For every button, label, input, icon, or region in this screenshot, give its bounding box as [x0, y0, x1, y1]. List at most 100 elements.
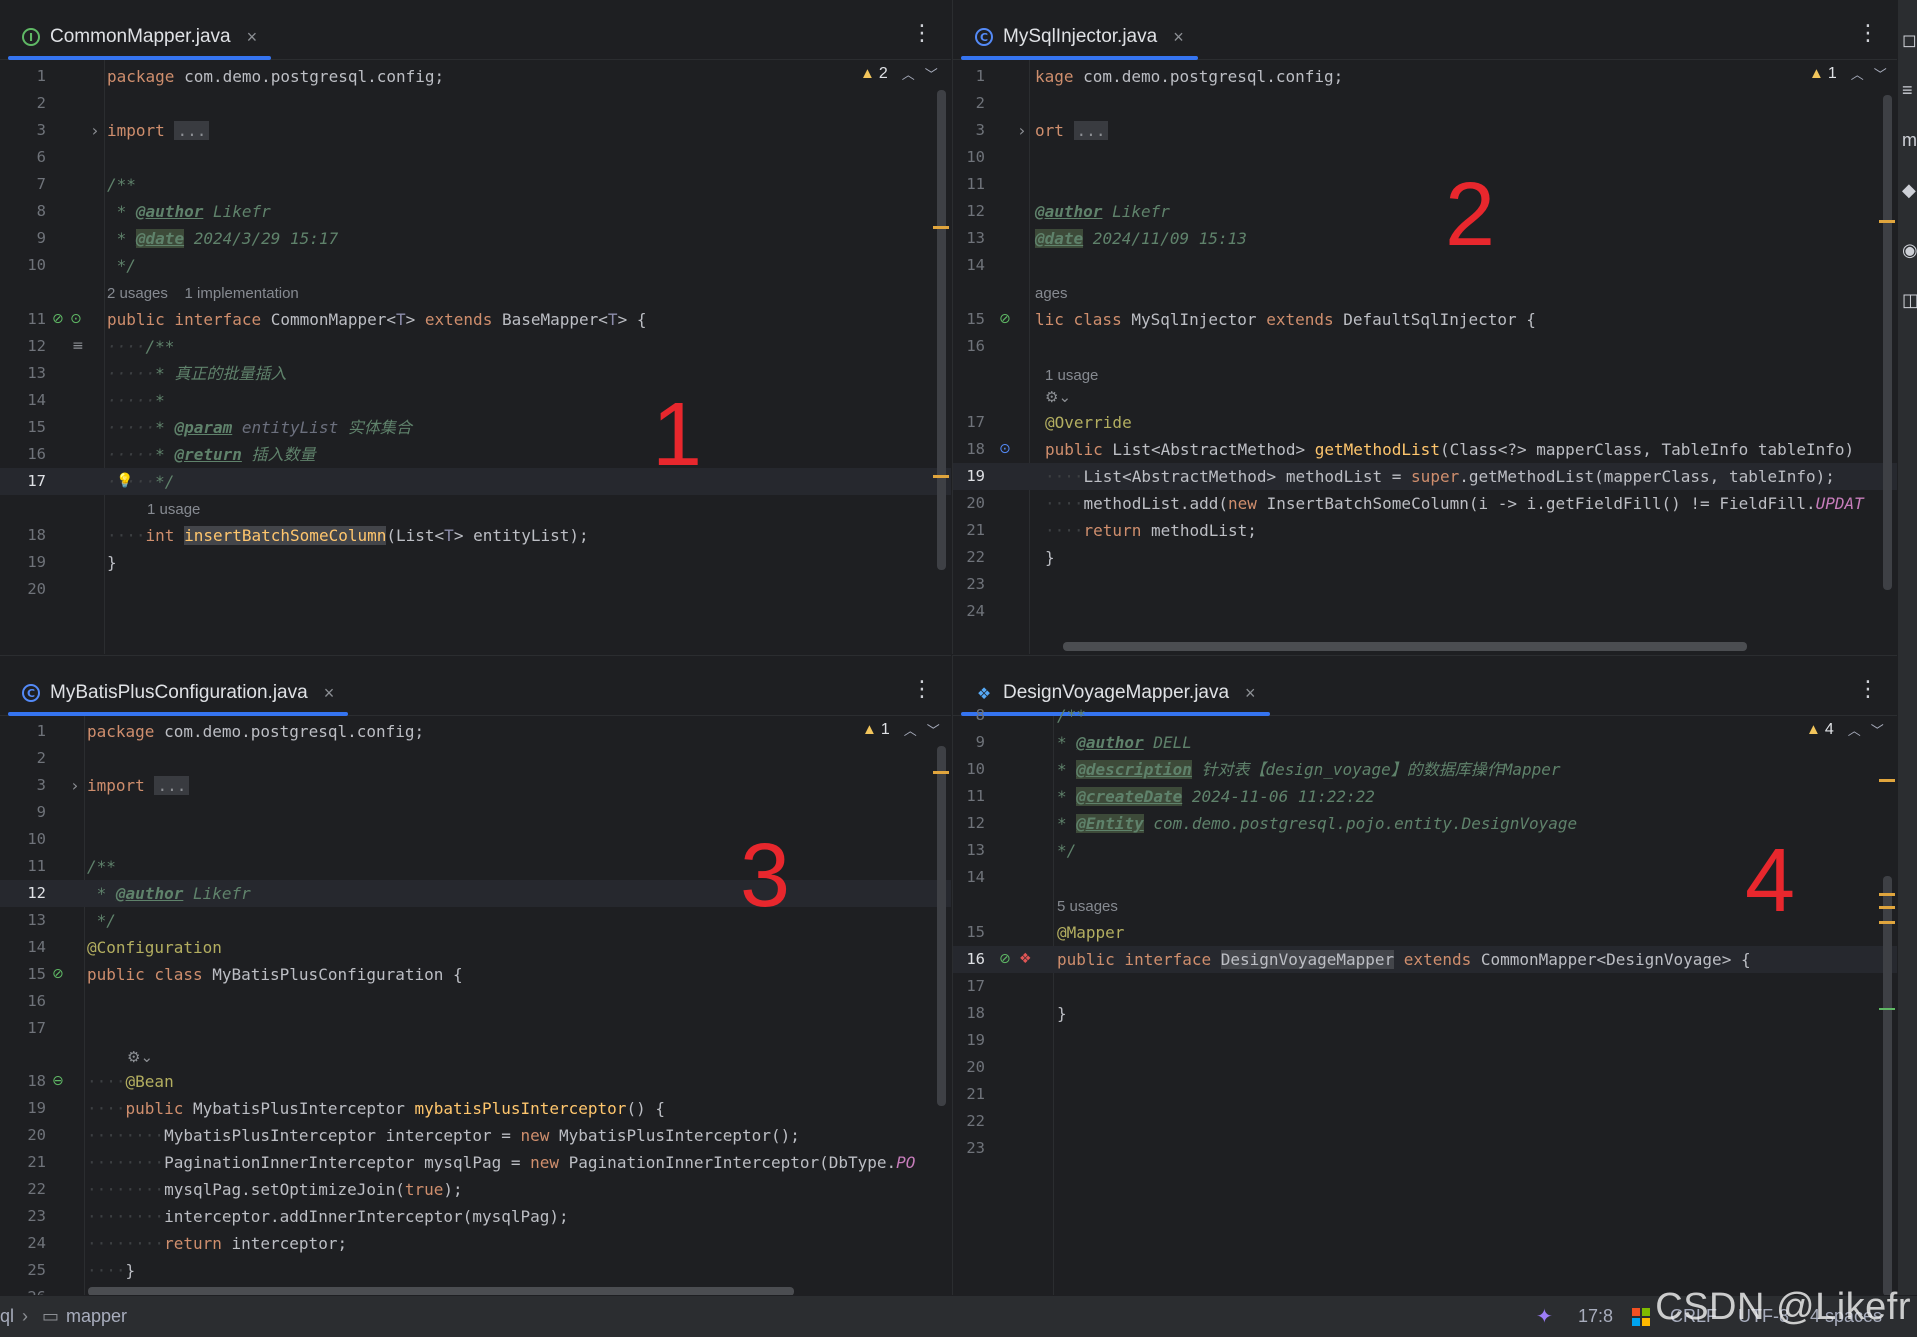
code-line: 15 ⊘ public class MyBatisPlusConfiguration… [0, 961, 951, 988]
code-line-current: 17 💡 ·····*/ [0, 468, 951, 495]
tab-common-mapper[interactable]: I CommonMapper.java × [8, 14, 272, 60]
chevron-right-icon: › [90, 121, 100, 140]
vertical-scrollbar[interactable] [1883, 876, 1892, 1295]
tab-mybatis-config[interactable]: C MyBatisPlusConfiguration.java × [8, 670, 349, 716]
warning-marker[interactable] [933, 771, 949, 774]
usages-hint[interactable]: ages [1035, 282, 1068, 306]
code-line: 15 ·····* @param entityList 实体集合 [27, 418, 412, 437]
code-line: 18 ⊖ ····@Bean [0, 1068, 951, 1095]
mybatis-icon: ❖ [976, 683, 992, 703]
code-line: 12 @author Likefr [966, 202, 1170, 221]
warning-marker[interactable] [1879, 779, 1895, 782]
code-line-current: 16 ⊘ ❖ public interface DesignVoyageMapper … [953, 946, 1897, 973]
code-line: 16 [27, 992, 46, 1010]
tab-mysql-injector[interactable]: C MySqlInjector.java × [961, 14, 1198, 60]
gradle-icon[interactable]: ◆ [1902, 180, 1916, 201]
breadcrumb-project[interactable]: ql [0, 1306, 14, 1327]
horizontal-scrollbar[interactable] [88, 1287, 794, 1295]
tab-title: DesignVoyageMapper.java [1003, 682, 1230, 703]
change-marker[interactable] [1879, 1008, 1895, 1010]
ai-actions-icon[interactable]: ⚙⌄ [127, 1046, 153, 1070]
code-editor[interactable]: ▲ 1 ︿ ﹀ 1 package com.demo.postgresql.con… [0, 716, 951, 1295]
usages-hint[interactable]: 5 usages [1057, 895, 1118, 919]
warning-marker[interactable] [1879, 893, 1895, 896]
code-line: 9 * @author DELL [975, 733, 1192, 752]
caret-position[interactable]: 17:8 [1578, 1306, 1613, 1327]
code-line: 3 › import ... [0, 772, 951, 799]
class-icon: C [22, 684, 40, 702]
more-vertical-icon[interactable]: ⋮ [911, 22, 933, 44]
breadcrumb-folder[interactable]: mapper [66, 1306, 127, 1327]
chevron-right-icon: › [1017, 121, 1027, 140]
implemented-icon: ⊘ [999, 951, 1011, 967]
more-vertical-icon[interactable]: ⋮ [911, 678, 933, 700]
warning-marker[interactable] [1879, 921, 1895, 924]
database-icon[interactable]: ≡ [1902, 80, 1913, 101]
code-line: 18 ⊙ public List<AbstractMethod> getMethod… [953, 436, 1897, 463]
code-line: 22 ········mysqlPag.setOptimizeJoin(true)… [27, 1180, 463, 1199]
ai-actions-icon[interactable]: ⚙⌄ [1045, 386, 1071, 410]
code-line: 8 * @author Likefr [36, 202, 271, 221]
code-line: 1 kage com.demo.postgresql.config; [975, 67, 1344, 86]
doc-icon: ≡ [72, 338, 84, 354]
chevron-right-icon: › [22, 1306, 28, 1326]
warning-marker[interactable] [1879, 220, 1895, 223]
implementation-icon: ⊙ [70, 311, 82, 327]
database-tool-icon[interactable]: ◫ [1902, 290, 1917, 311]
code-line: 21 [966, 1085, 985, 1103]
annotation-label: 2 [1445, 165, 1496, 265]
usages-hint[interactable]: 1 usage [1045, 364, 1098, 388]
code-line: 25 ····} [27, 1261, 136, 1280]
notifications-icon[interactable]: ◻ [1902, 30, 1917, 51]
code-line: 14 [966, 256, 985, 274]
more-vertical-icon[interactable]: ⋮ [1857, 678, 1879, 700]
maven-icon[interactable]: m [1902, 130, 1917, 151]
code-line: 13 */ [27, 911, 116, 930]
code-line: 3 › ort ... [953, 117, 1897, 144]
editor-pane-design-voyage-mapper: ❖ DesignVoyageMapper.java × ⋮ ▲ 4 ︿ ﹀ 8/… [952, 655, 1897, 1295]
implemented-icon: ⊘ [52, 311, 64, 327]
code-line: 2 [975, 94, 985, 112]
code-editor[interactable]: ▲ 4 ︿ ﹀ 8/** 9 * @author DELL 10 * @descri… [953, 706, 1897, 1295]
code-editor[interactable]: ▲ 2 ︿ ﹀ 1 package com.demo.postgresql.con… [0, 60, 951, 654]
tab-bar: C MyBatisPlusConfiguration.java × ⋮ [0, 656, 951, 716]
code-line: 17 [966, 977, 985, 995]
code-line: 20 [27, 580, 46, 598]
tab-title: MySqlInjector.java [1003, 26, 1158, 47]
editor-pane-mysql-injector: C MySqlInjector.java × ⋮ ▲ 1 ︿ ﹀ 1 kage c… [952, 0, 1897, 654]
code-line: 18} [966, 1004, 1067, 1023]
warning-marker[interactable] [1879, 906, 1895, 909]
ai-assistant-icon[interactable]: ✦ [1536, 1304, 1553, 1329]
warning-marker[interactable] [933, 475, 949, 478]
code-line: 20 ····methodList.add(new InsertBatchSome… [966, 494, 1864, 513]
code-line: 2 [36, 749, 46, 767]
code-line: 18 ····int insertBatchSomeColumn(List<T> … [27, 526, 589, 545]
right-tool-window-strip: ◻ ≡ m ◆ ◉ ◫ [1897, 0, 1917, 1295]
close-icon[interactable]: × [247, 27, 258, 48]
horizontal-scrollbar[interactable] [1063, 642, 1747, 651]
code-line: 19 [966, 1031, 985, 1049]
code-line: 13 ·····* 真正的批量插入 [27, 364, 287, 383]
ai-assistant-icon[interactable]: ◉ [1902, 240, 1917, 261]
close-icon[interactable]: × [1245, 683, 1256, 704]
code-line: 20 ········MybatisPlusInterceptor interce… [27, 1126, 800, 1145]
close-icon[interactable]: × [1173, 27, 1184, 48]
code-editor[interactable]: ▲ 1 ︿ ﹀ 1 kage com.demo.postgresql.config… [953, 60, 1897, 654]
close-icon[interactable]: × [324, 683, 335, 704]
override-icon: ⊙ [999, 441, 1011, 457]
vertical-scrollbar[interactable] [937, 746, 946, 1106]
vertical-scrollbar[interactable] [1883, 95, 1892, 590]
annotation-label: 1 [652, 385, 703, 485]
warning-marker[interactable] [933, 226, 949, 229]
tab-bar: I CommonMapper.java × ⋮ [0, 0, 951, 60]
more-vertical-icon[interactable]: ⋮ [1857, 22, 1879, 44]
code-line: 11/** [27, 857, 116, 876]
code-line: 10 [27, 830, 46, 848]
vertical-scrollbar[interactable] [937, 90, 946, 570]
tab-bar: C MySqlInjector.java × ⋮ [953, 0, 1897, 60]
usages-hint[interactable]: 2 usages 1 implementation [107, 282, 299, 306]
usages-hint[interactable]: 1 usage [147, 498, 200, 522]
implemented-icon: ⊘ [999, 311, 1011, 327]
code-line: 22} [966, 548, 1055, 567]
bean-icon: ⊖ [52, 1073, 64, 1089]
